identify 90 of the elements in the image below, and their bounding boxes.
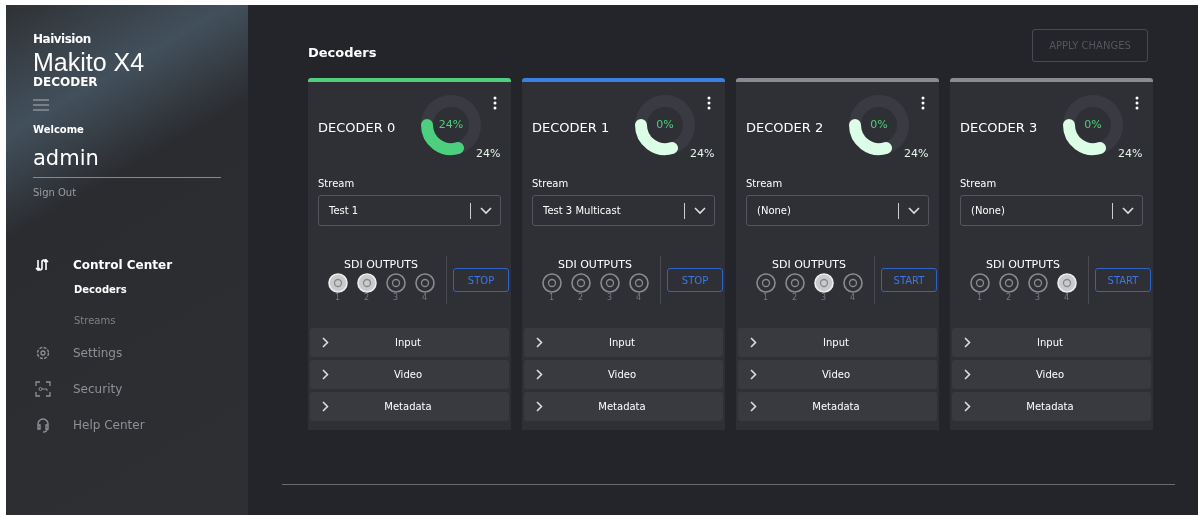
chevron-down-icon [694,206,706,215]
port-number: 4 [421,293,428,302]
chevron-right-icon [964,401,971,412]
port-number: 1 [762,293,769,302]
port-number: 1 [548,293,555,302]
decoder-name: DECODER 0 [318,120,396,135]
accordion-row[interactable]: Video [310,360,509,389]
port-number: 2 [363,293,370,302]
stream-dropdown[interactable]: Test 1 [318,195,501,226]
chevron-right-icon [750,369,757,380]
chevron-right-icon [536,401,543,412]
decoder-name: DECODER 1 [532,120,610,135]
port-number: 2 [1005,293,1012,302]
gauge-value: 0% [655,118,675,131]
accordion-row[interactable]: Metadata [738,392,937,421]
welcome-label: Welcome [33,124,84,135]
product-name: Makito X4 [33,48,145,76]
settings-icon [35,345,51,361]
more-icon[interactable] [707,96,711,110]
sign-out-link[interactable]: Sign Out [33,187,77,198]
accordion-row[interactable]: Input [738,328,937,357]
chevron-right-icon [536,369,543,380]
chevron-right-icon [322,337,329,348]
sdi-outputs-title: SDI OUTPUTS [986,258,1060,271]
stream-dropdown[interactable]: Test 3 Multicast [532,195,715,226]
accordion-row[interactable]: Input [310,328,509,357]
decoder-name: DECODER 2 [746,120,824,135]
field-label: Stream [960,178,998,189]
port-number: 1 [334,293,341,302]
accordion-row[interactable]: Input [524,328,723,357]
accordion-row[interactable]: Video [952,360,1151,389]
route-icon [35,257,51,273]
field-label: Stream [532,178,570,189]
page-title: Decoders [308,45,377,60]
nav-subitem[interactable]: Decoders [74,284,127,295]
port-number: 1 [976,293,983,302]
sdi-outputs-title: SDI OUTPUTS [558,258,632,271]
accordion-row[interactable]: Metadata [524,392,723,421]
accordion-row[interactable]: Metadata [952,392,1151,421]
port-number: 4 [849,293,856,302]
gauge-reading: 24% [1118,147,1143,160]
chevron-right-icon [536,337,543,348]
gauge-value: 0% [869,118,889,131]
chevron-right-icon [322,401,329,412]
field-label: Stream [746,178,784,189]
port-number: 2 [791,293,798,302]
gauge-reading: 24% [690,147,715,160]
chevron-right-icon [964,369,971,380]
port-number: 3 [392,293,399,302]
headset-icon [35,417,51,433]
accordion-row[interactable]: Video [738,360,937,389]
nav-item[interactable]: Settings [73,346,123,360]
nav-subitem[interactable]: Streams [74,315,116,326]
port-number: 2 [577,293,584,302]
port-number: 4 [635,293,642,302]
gauge-value: 24% [437,118,465,131]
gauge-reading: 24% [904,147,929,160]
nav-item[interactable]: Security [73,382,123,396]
security-icon [35,381,51,397]
decoder-name: DECODER 3 [960,120,1038,135]
nav-item[interactable]: Help Center [73,418,145,432]
nav-item[interactable]: Control Center [73,258,173,272]
accordion-row[interactable]: Input [952,328,1151,357]
chevron-right-icon [322,369,329,380]
sdi-outputs-title: SDI OUTPUTS [772,258,846,271]
chevron-down-icon [480,206,492,215]
company-logo: Haivision [33,32,91,46]
stream-dropdown[interactable]: (None) [960,195,1143,226]
more-icon[interactable] [921,96,925,110]
chevron-right-icon [750,401,757,412]
more-icon[interactable] [1135,96,1139,110]
chevron-down-icon [908,206,920,215]
chevron-right-icon [964,337,971,348]
menu-icon[interactable] [33,99,49,111]
product-subtitle: DECODER [33,76,98,89]
port-number: 3 [606,293,613,302]
sdi-outputs-title: SDI OUTPUTS [344,258,418,271]
field-label: Stream [318,178,356,189]
port-number: 3 [820,293,827,302]
chevron-down-icon [1122,206,1134,215]
more-icon[interactable] [493,96,497,110]
stream-dropdown[interactable]: (None) [746,195,929,226]
gauge-value: 0% [1083,118,1103,131]
chevron-right-icon [750,337,757,348]
user-name: admin [33,146,221,178]
port-number: 4 [1063,293,1070,302]
gauge-reading: 24% [476,147,501,160]
port-number: 3 [1034,293,1041,302]
accordion-row[interactable]: Metadata [310,392,509,421]
accordion-row[interactable]: Video [524,360,723,389]
